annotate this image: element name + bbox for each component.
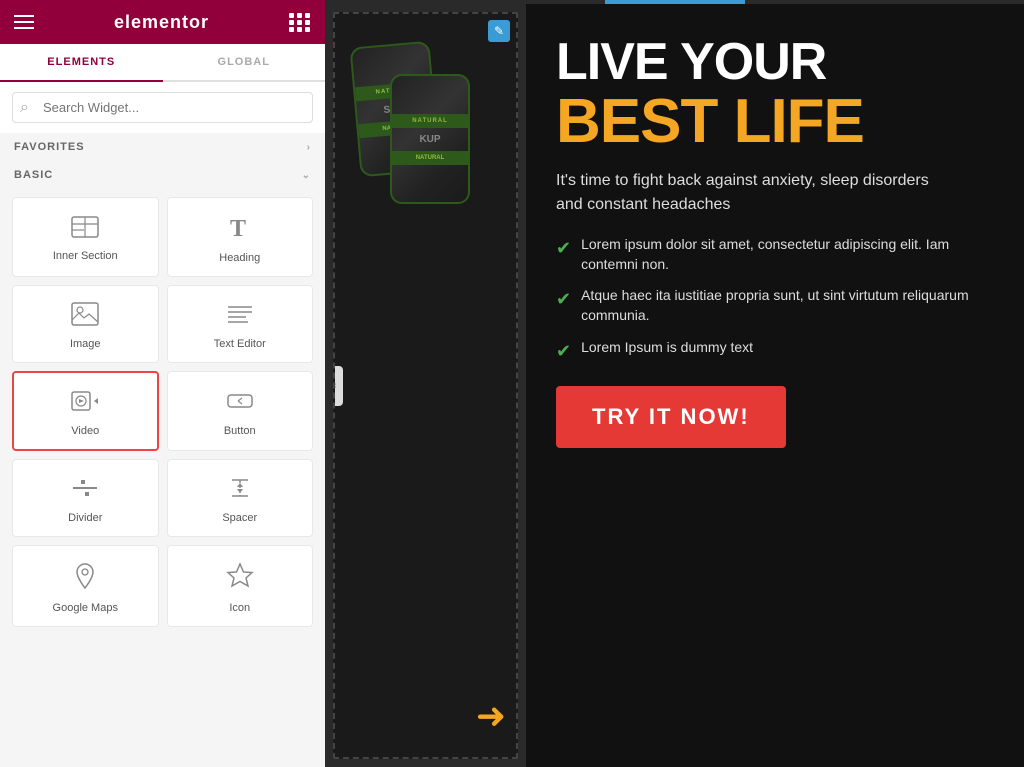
widget-video[interactable]: Video	[12, 371, 159, 451]
can-front-bottom: NATURAL	[392, 151, 468, 165]
basic-section-header[interactable]: BASIC ⌄	[0, 161, 325, 189]
arrow-graphic: ➜	[476, 695, 506, 737]
widget-spacer[interactable]: Spacer	[167, 459, 314, 537]
sidebar: elementor ELEMENTS GLOBAL FAVORITES › BA…	[0, 0, 325, 767]
google-maps-icon	[71, 562, 99, 594]
widget-heading[interactable]: T Heading	[167, 197, 314, 277]
image-icon	[71, 302, 99, 330]
edit-pencil-icon[interactable]: ✎	[488, 20, 510, 42]
list-item: ✔ Lorem Ipsum is dummy text	[556, 338, 994, 364]
apps-grid-icon[interactable]	[289, 13, 311, 32]
svg-text:T: T	[230, 216, 246, 240]
icon-widget-label: Icon	[229, 602, 250, 614]
widget-image[interactable]: Image	[12, 285, 159, 363]
image-label: Image	[70, 338, 101, 350]
google-maps-label: Google Maps	[53, 602, 118, 614]
checklist: ✔ Lorem ipsum dolor sit amet, consectetu…	[556, 235, 994, 364]
widget-divider[interactable]: Divider	[12, 459, 159, 537]
heading-label: Heading	[219, 252, 260, 264]
widget-google-maps[interactable]: Google Maps	[12, 545, 159, 627]
checklist-item-2: Atque haec ita iustitiae propria sunt, u…	[581, 286, 994, 325]
hero-text-content: LIVE YOUR BEST LIFE It's time to fight b…	[526, 4, 1024, 767]
checklist-item-1: Lorem ipsum dolor sit amet, consectetur …	[581, 235, 994, 274]
favorites-section-header[interactable]: FAVORITES ›	[0, 133, 325, 161]
video-label: Video	[71, 425, 99, 437]
basic-label: BASIC	[14, 169, 53, 181]
check-icon-3: ✔	[556, 339, 571, 364]
hamburger-icon[interactable]	[14, 15, 34, 29]
spacer-label: Spacer	[222, 512, 257, 524]
can-front: NATURAL KUP NATURAL	[390, 74, 470, 204]
headline-line1: LIVE YOUR	[556, 34, 994, 91]
list-item: ✔ Atque haec ita iustitiae propria sunt,…	[556, 286, 994, 325]
favorites-arrow-icon: ›	[307, 142, 311, 153]
text-editor-label: Text Editor	[214, 338, 266, 350]
content-area: ✎ NATURAL STIC NATURAL NATURAL KUP NATUR…	[325, 0, 1024, 767]
text-editor-icon	[226, 302, 254, 330]
cans-container: NATURAL STIC NATURAL NATURAL KUP NATURAL…	[335, 14, 516, 757]
check-icon-2: ✔	[556, 287, 571, 312]
tab-elements[interactable]: ELEMENTS	[0, 44, 163, 82]
collapse-chevron-icon[interactable]: ‹	[333, 366, 343, 406]
cta-button[interactable]: TRY IT NOW!	[556, 386, 786, 448]
list-item: ✔ Lorem ipsum dolor sit amet, consectetu…	[556, 235, 994, 274]
widget-text-editor[interactable]: Text Editor	[167, 285, 314, 363]
widget-inner-section[interactable]: Inner Section	[12, 197, 159, 277]
widget-icon[interactable]: Icon	[167, 545, 314, 627]
canvas-wrapper: ✎ NATURAL STIC NATURAL NATURAL KUP NATUR…	[325, 4, 1024, 767]
inner-section-icon	[71, 216, 99, 242]
divider-label: Divider	[68, 512, 102, 524]
elementor-logo: elementor	[114, 12, 209, 33]
favorites-label: FAVORITES	[14, 141, 85, 153]
inner-section-label: Inner Section	[53, 250, 118, 262]
can-front-text: KUP	[413, 128, 446, 151]
widgets-grid: Inner Section T Heading Image	[0, 189, 325, 635]
video-icon	[71, 389, 99, 417]
heading-icon: T	[228, 214, 252, 244]
button-label: Button	[224, 425, 256, 437]
sidebar-tabs: ELEMENTS GLOBAL	[0, 44, 325, 82]
sidebar-header: elementor	[0, 0, 325, 44]
headline-line2: BEST LIFE	[556, 91, 994, 153]
widget-button[interactable]: Button	[167, 371, 314, 451]
check-icon-1: ✔	[556, 236, 571, 261]
button-icon	[226, 389, 254, 417]
can-front-label: NATURAL	[392, 114, 468, 128]
product-panel: ✎ NATURAL STIC NATURAL NATURAL KUP NATUR…	[333, 12, 518, 759]
search-bar	[0, 82, 325, 133]
spacer-icon	[226, 476, 254, 504]
checklist-item-3: Lorem Ipsum is dummy text	[581, 338, 753, 358]
basic-arrow-icon: ⌄	[302, 170, 311, 181]
divider-icon	[71, 476, 99, 504]
icon-widget-icon	[226, 562, 254, 594]
hero-subtext: It's time to fight back against anxiety,…	[556, 169, 936, 217]
tab-global[interactable]: GLOBAL	[163, 44, 326, 80]
search-input[interactable]	[12, 92, 313, 123]
